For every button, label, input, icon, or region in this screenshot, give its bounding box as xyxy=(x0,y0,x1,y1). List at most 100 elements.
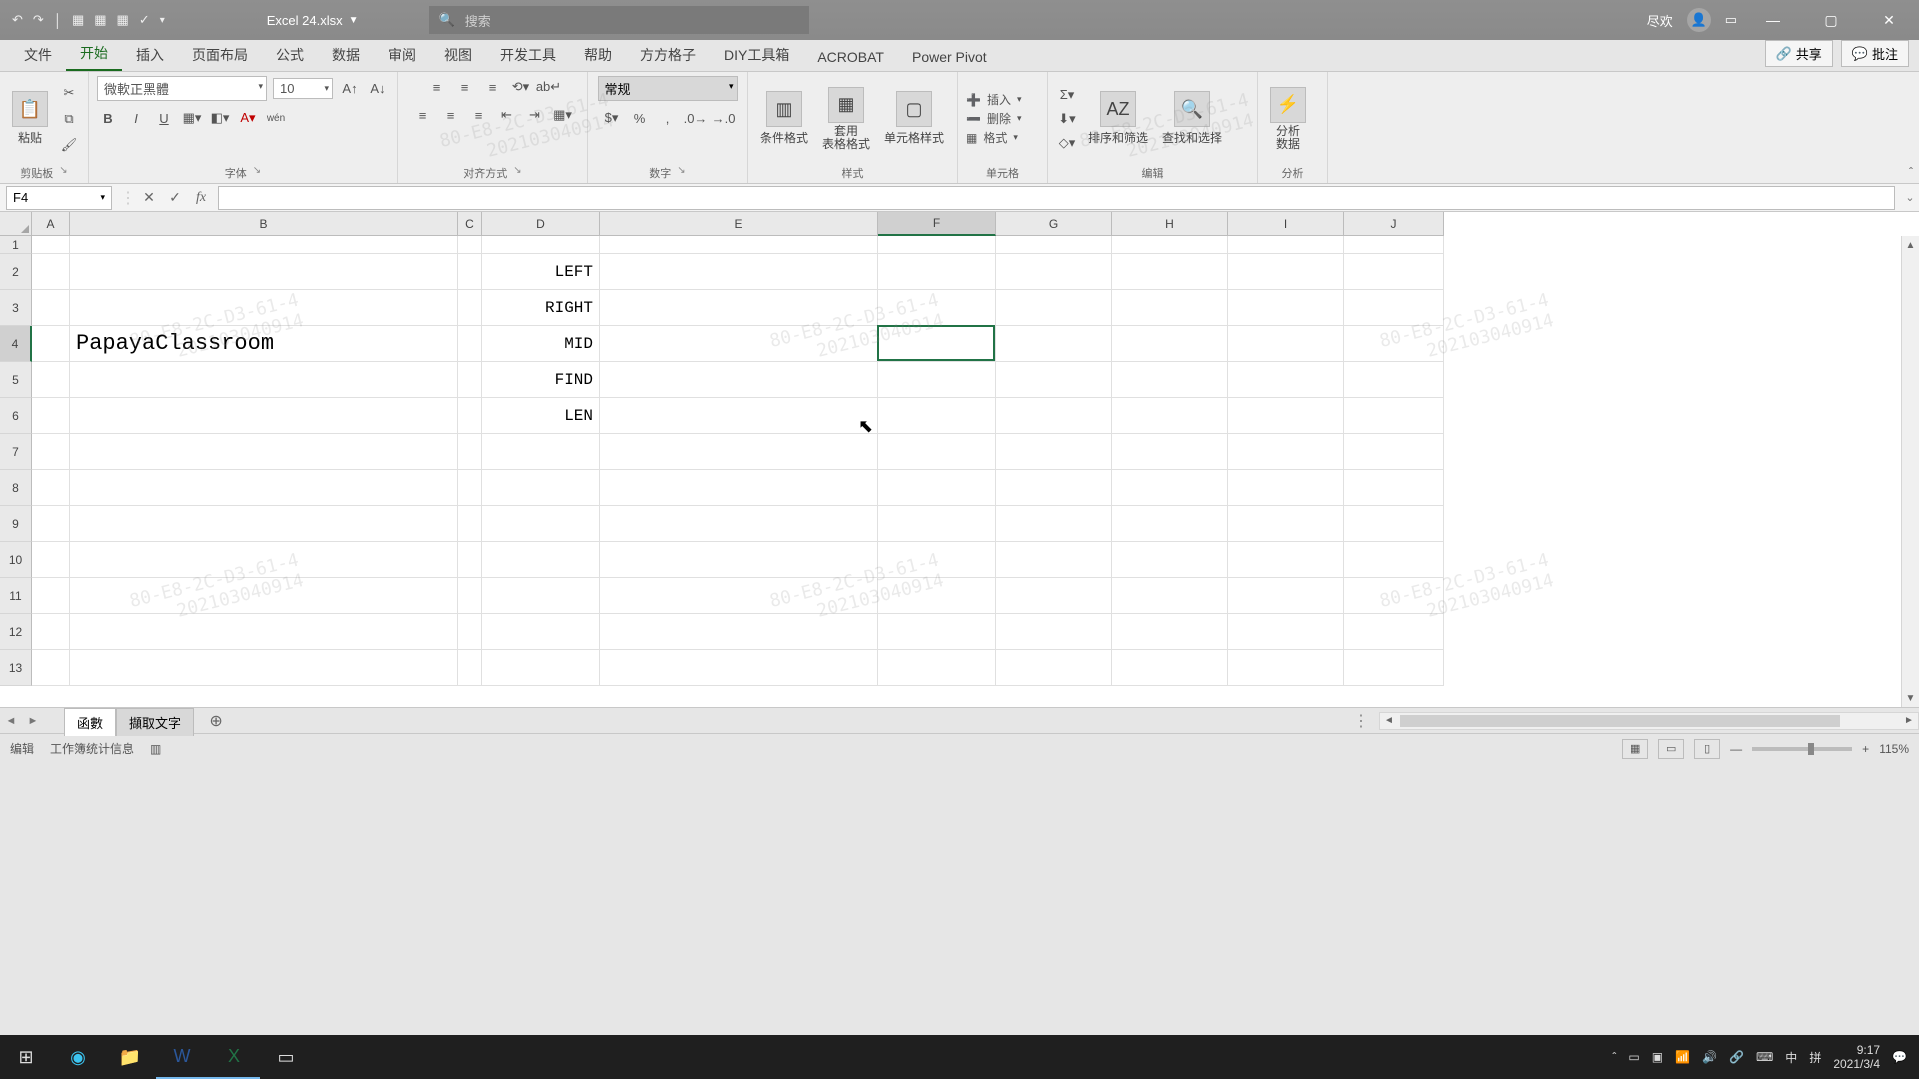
row-header[interactable]: 7 xyxy=(0,434,32,470)
tray-icon[interactable]: ▭ xyxy=(1628,1050,1639,1064)
cell[interactable] xyxy=(878,362,996,398)
horizontal-scrollbar[interactable]: ◄► xyxy=(1379,712,1919,730)
cell[interactable] xyxy=(1228,362,1344,398)
tab-acrobat[interactable]: ACROBAT xyxy=(803,43,898,71)
workbook-stats[interactable]: 工作簿统计信息 xyxy=(50,740,134,757)
row-header[interactable]: 9 xyxy=(0,506,32,542)
cell[interactable] xyxy=(32,362,70,398)
cell[interactable] xyxy=(482,578,600,614)
find-select-button[interactable]: 🔍查找和选择 xyxy=(1158,89,1226,148)
zoom-out-button[interactable]: — xyxy=(1730,742,1742,756)
row-header[interactable]: 10 xyxy=(0,542,32,578)
zoom-level[interactable]: 115% xyxy=(1879,742,1909,756)
add-sheet-button[interactable]: ⊕ xyxy=(204,711,228,731)
cell[interactable] xyxy=(996,326,1112,362)
clear-icon[interactable]: ◇▾ xyxy=(1056,132,1078,154)
tab-help[interactable]: 帮助 xyxy=(570,39,626,71)
cell[interactable] xyxy=(1344,290,1444,326)
ribbon-display-icon[interactable]: ▭ xyxy=(1725,12,1737,28)
cell[interactable] xyxy=(600,326,878,362)
cell[interactable] xyxy=(996,290,1112,326)
merge-button[interactable]: ▦▾ xyxy=(552,104,574,126)
cell[interactable] xyxy=(32,470,70,506)
italic-button[interactable]: I xyxy=(125,107,147,129)
cell[interactable] xyxy=(458,434,482,470)
format-painter-icon[interactable]: 🖌 xyxy=(58,134,80,156)
cell[interactable] xyxy=(600,254,878,290)
cell[interactable] xyxy=(1228,506,1344,542)
cell[interactable] xyxy=(878,614,996,650)
sort-filter-button[interactable]: AZ排序和筛选 xyxy=(1084,89,1152,148)
copy-icon[interactable]: ⧉ xyxy=(58,108,80,130)
column-header[interactable]: G xyxy=(996,212,1112,236)
font-name-dropdown[interactable]: 微軟正黑體▾ xyxy=(97,76,267,101)
fill-icon[interactable]: ⬇▾ xyxy=(1056,108,1078,130)
cell-styles-button[interactable]: ▢单元格样式 xyxy=(880,89,948,148)
cut-icon[interactable]: ✂ xyxy=(58,82,80,104)
sheet-tab[interactable]: 函數 xyxy=(64,708,116,736)
cell[interactable] xyxy=(458,614,482,650)
cell[interactable] xyxy=(600,614,878,650)
cell[interactable] xyxy=(600,236,878,254)
cell[interactable] xyxy=(1112,254,1228,290)
cell[interactable] xyxy=(32,650,70,686)
tab-file[interactable]: 文件 xyxy=(10,39,66,71)
cell[interactable] xyxy=(1344,650,1444,686)
notifications-icon[interactable]: 💬 xyxy=(1892,1050,1907,1064)
cell[interactable] xyxy=(70,470,458,506)
row-header[interactable]: 2 xyxy=(0,254,32,290)
vertical-scrollbar[interactable]: ▲ ▼ xyxy=(1901,236,1919,707)
cell[interactable] xyxy=(1228,326,1344,362)
sheet-tab[interactable]: 擷取文字 xyxy=(116,708,194,736)
cell[interactable] xyxy=(1344,614,1444,650)
close-button[interactable]: ✕ xyxy=(1867,0,1911,40)
cell[interactable] xyxy=(70,506,458,542)
cell[interactable] xyxy=(458,470,482,506)
qat-more-icon[interactable]: ▾ xyxy=(160,15,165,26)
dialog-launcher-icon[interactable]: ↘ xyxy=(677,165,685,181)
qat-icon[interactable]: ✓ xyxy=(139,12,150,28)
cell[interactable] xyxy=(70,290,458,326)
delete-cells-button[interactable]: ➖删除 ▾ xyxy=(966,110,1022,127)
display-settings-icon[interactable]: ▥ xyxy=(150,742,161,756)
decrease-font-icon[interactable]: A↓ xyxy=(367,78,389,100)
fill-color-button[interactable]: ◧▾ xyxy=(209,107,231,129)
cell[interactable] xyxy=(878,434,996,470)
tab-layout[interactable]: 页面布局 xyxy=(178,39,262,71)
column-header[interactable]: D xyxy=(482,212,600,236)
column-header[interactable]: E xyxy=(600,212,878,236)
clock[interactable]: 9:17 2021/3/4 xyxy=(1833,1043,1880,1071)
phonetic-button[interactable]: wén xyxy=(265,107,287,129)
increase-font-icon[interactable]: A↑ xyxy=(339,78,361,100)
zoom-slider[interactable] xyxy=(1752,747,1852,751)
page-break-button[interactable]: ▯ xyxy=(1694,739,1720,759)
page-layout-button[interactable]: ▭ xyxy=(1658,739,1684,759)
column-header[interactable]: H xyxy=(1112,212,1228,236)
cell[interactable] xyxy=(458,650,482,686)
cell[interactable] xyxy=(458,236,482,254)
cell[interactable] xyxy=(878,578,996,614)
currency-icon[interactable]: $▾ xyxy=(601,107,623,129)
cell[interactable] xyxy=(70,578,458,614)
cell[interactable] xyxy=(878,650,996,686)
cell[interactable] xyxy=(70,398,458,434)
cell[interactable] xyxy=(32,398,70,434)
insert-cells-button[interactable]: ➕插入 ▾ xyxy=(966,91,1022,108)
search-box[interactable]: 🔍 搜索 xyxy=(429,6,809,34)
row-header[interactable]: 13 xyxy=(0,650,32,686)
cell[interactable] xyxy=(32,578,70,614)
tray-volume-icon[interactable]: 🔊 xyxy=(1702,1050,1717,1064)
start-button[interactable]: ⊞ xyxy=(0,1035,52,1079)
title-dropdown-icon[interactable]: ▼ xyxy=(349,15,359,26)
tab-developer[interactable]: 开发工具 xyxy=(486,39,570,71)
cell[interactable] xyxy=(32,614,70,650)
cell[interactable] xyxy=(878,542,996,578)
share-button[interactable]: 🔗 共享 xyxy=(1765,40,1833,67)
row-header[interactable]: 12 xyxy=(0,614,32,650)
ime-mode[interactable]: 拼 xyxy=(1809,1049,1821,1066)
signin-label[interactable]: 尽欢 xyxy=(1647,11,1673,30)
cell[interactable] xyxy=(878,236,996,254)
cell[interactable] xyxy=(1112,362,1228,398)
font-color-button[interactable]: A▾ xyxy=(237,107,259,129)
cell[interactable] xyxy=(878,470,996,506)
